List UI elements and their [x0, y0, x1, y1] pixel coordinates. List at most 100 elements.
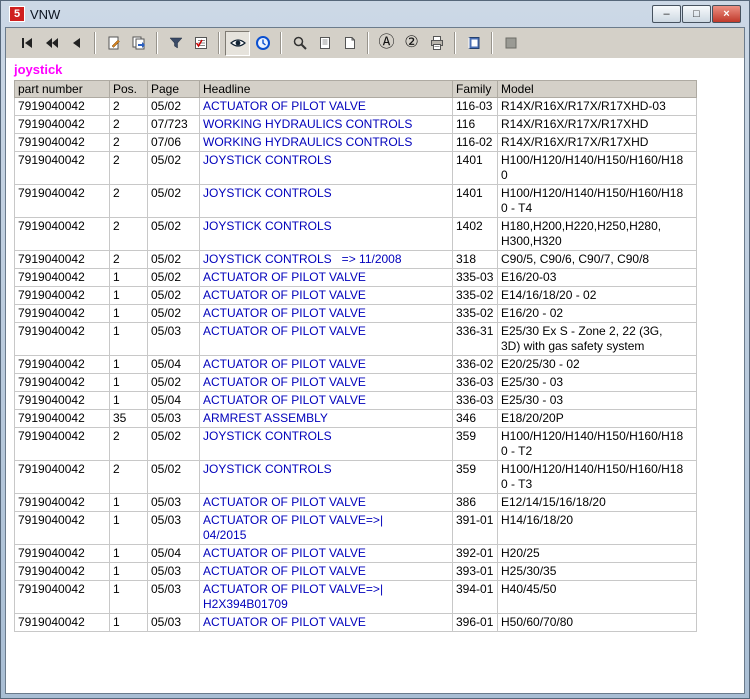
page-cell: 07/06	[147, 133, 200, 152]
checklist-icon	[194, 37, 207, 49]
print-button[interactable]	[424, 31, 449, 56]
edit-page-button[interactable]	[101, 31, 126, 56]
model-cell: H180,H200,H220,H250,H280, H300,H320	[497, 217, 697, 251]
headline-link[interactable]: ACTUATOR OF PILOT VALVE	[199, 304, 453, 323]
table-row[interactable]: 7919040042 1 05/03 ACTUATOR OF PILOT VALVE 3…	[14, 322, 697, 356]
family-cell: 391-01	[452, 511, 498, 545]
table-row[interactable]: 7919040042 2 05/02 JOYSTICK CONTROLS 1401 H10…	[14, 151, 697, 185]
table-row[interactable]: 7919040042 1 05/02 ACTUATOR OF PILOT VALVE 3…	[14, 373, 697, 392]
headline-link[interactable]: ACTUATOR OF PILOT VALVE	[199, 322, 453, 356]
table-row[interactable]: 7919040042 35 05/03 ARMREST ASSEMBLY 346 E18/…	[14, 409, 697, 428]
minimize-button[interactable]: –	[652, 5, 681, 23]
page-cell: 05/02	[147, 268, 200, 287]
headline-link[interactable]: ACTUATOR OF PILOT VALVE	[199, 355, 453, 374]
column-header-headline[interactable]: Headline	[199, 80, 453, 98]
headline-link[interactable]: ACTUATOR OF PILOT VALVE	[199, 493, 453, 512]
headline-link[interactable]: JOYSTICK CONTROLS	[199, 184, 453, 218]
window-body: Ⓐ ② joystick part number Pos. Page Headl…	[5, 27, 745, 694]
headline-link[interactable]: ACTUATOR OF PILOT VALVE=>| H2X394B01709	[199, 580, 453, 614]
show-parts-button[interactable]	[225, 30, 250, 56]
family-cell: 336-02	[452, 355, 498, 374]
part-number-cell: 7919040042	[14, 391, 110, 410]
stop-button[interactable]	[498, 31, 523, 56]
checklist-button[interactable]	[188, 31, 213, 56]
page-cell: 05/02	[147, 250, 200, 269]
headline-link[interactable]: ACTUATOR OF PILOT VALVE=>| 04/2015	[199, 511, 453, 545]
filter-button[interactable]	[163, 31, 188, 56]
table-row[interactable]: 7919040042 2 05/02 ACTUATOR OF PILOT VALVE 1…	[14, 97, 697, 116]
page-view-button[interactable]	[312, 31, 337, 56]
search-term-label: joystick	[14, 62, 63, 77]
table-row[interactable]: 7919040042 1 05/03 ACTUATOR OF PILOT VALVE 3…	[14, 493, 697, 512]
table-row[interactable]: 7919040042 2 05/02 JOYSTICK CONTROLS 359 H100…	[14, 460, 697, 494]
headline-link[interactable]: ARMREST ASSEMBLY	[199, 409, 453, 428]
table-row[interactable]: 7919040042 1 05/02 ACTUATOR OF PILOT VALVE 3…	[14, 268, 697, 287]
table-row[interactable]: 7919040042 1 05/04 ACTUATOR OF PILOT VALVE 3…	[14, 355, 697, 374]
part-number-cell: 7919040042	[14, 355, 110, 374]
second-language-button[interactable]: ②	[399, 31, 424, 56]
headline-link[interactable]: ACTUATOR OF PILOT VALVE	[199, 613, 453, 632]
headline-link[interactable]: JOYSTICK CONTROLS	[199, 460, 453, 494]
table-row[interactable]: 7919040042 1 05/03 ACTUATOR OF PILOT VALVE 3…	[14, 562, 697, 581]
fast-back-button[interactable]	[39, 31, 64, 56]
page-fit-icon	[344, 37, 355, 49]
headline-link[interactable]: ACTUATOR OF PILOT VALVE	[199, 391, 453, 410]
maximize-button[interactable]: □	[682, 5, 711, 23]
column-header-part-number[interactable]: part number	[14, 80, 110, 98]
column-header-model[interactable]: Model	[497, 80, 697, 98]
headline-link[interactable]: JOYSTICK CONTROLS	[199, 427, 453, 461]
headline-link[interactable]: JOYSTICK CONTROLS	[199, 151, 453, 185]
table-row[interactable]: 7919040042 1 05/04 ACTUATOR OF PILOT VALVE 3…	[14, 391, 697, 410]
headline-link[interactable]: ACTUATOR OF PILOT VALVE	[199, 373, 453, 392]
column-header-pos[interactable]: Pos.	[109, 80, 148, 98]
pages-goto-button[interactable]	[126, 31, 151, 56]
font-toggle-button[interactable]: Ⓐ	[374, 31, 399, 56]
first-record-button[interactable]	[14, 31, 39, 56]
model-cell: E12/14/15/16/18/20	[497, 493, 697, 512]
headline-link[interactable]: WORKING HYDRAULICS CONTROLS	[199, 133, 453, 152]
headline-link[interactable]: ACTUATOR OF PILOT VALVE	[199, 544, 453, 563]
column-header-page[interactable]: Page	[147, 80, 200, 98]
headline-link[interactable]: WORKING HYDRAULICS CONTROLS	[199, 115, 453, 134]
family-cell: 359	[452, 427, 498, 461]
edit-page-icon	[108, 36, 120, 50]
family-cell: 336-31	[452, 322, 498, 356]
table-row[interactable]: 7919040042 2 05/02 JOYSTICK CONTROLS 1402 H18…	[14, 217, 697, 251]
column-header-family[interactable]: Family	[452, 80, 498, 98]
headline-link[interactable]: ACTUATOR OF PILOT VALVE	[199, 268, 453, 287]
back-button[interactable]	[64, 31, 89, 56]
family-cell: 335-03	[452, 268, 498, 287]
table-row[interactable]: 7919040042 1 05/02 ACTUATOR OF PILOT VALVE 3…	[14, 304, 697, 323]
headline-link[interactable]: JOYSTICK CONTROLS => 11/2008	[199, 250, 453, 269]
part-number-cell: 7919040042	[14, 304, 110, 323]
part-number-cell: 7919040042	[14, 493, 110, 512]
titlebar[interactable]: 5 VNW – □ ×	[5, 1, 745, 27]
table-row[interactable]: 7919040042 2 07/723 WORKING HYDRAULICS CONT…	[14, 115, 697, 134]
table-row[interactable]: 7919040042 2 05/02 JOYSTICK CONTROLS 1401 H10…	[14, 184, 697, 218]
history-button[interactable]	[250, 31, 275, 56]
close-button[interactable]: ×	[712, 5, 741, 23]
pos-cell: 2	[109, 184, 148, 218]
table-row[interactable]: 7919040042 1 05/03 ACTUATOR OF PILOT VALVE=…	[14, 511, 697, 545]
pos-cell: 1	[109, 511, 148, 545]
table-row[interactable]: 7919040042 1 05/04 ACTUATOR OF PILOT VALVE 3…	[14, 544, 697, 563]
headline-link[interactable]: ACTUATOR OF PILOT VALVE	[199, 286, 453, 305]
part-number-cell: 7919040042	[14, 613, 110, 632]
table-row[interactable]: 7919040042 1 05/02 ACTUATOR OF PILOT VALVE 3…	[14, 286, 697, 305]
headline-link[interactable]: JOYSTICK CONTROLS	[199, 217, 453, 251]
table-row[interactable]: 7919040042 1 05/03 ACTUATOR OF PILOT VALVE 3…	[14, 613, 697, 632]
table-row[interactable]: 7919040042 1 05/03 ACTUATOR OF PILOT VALVE=…	[14, 580, 697, 614]
headline-link[interactable]: ACTUATOR OF PILOT VALVE	[199, 97, 453, 116]
model-cell: C90/5, C90/6, C90/7, C90/8	[497, 250, 697, 269]
page-fit-button[interactable]	[337, 31, 362, 56]
table-row[interactable]: 7919040042 2 05/02 JOYSTICK CONTROLS => 11/…	[14, 250, 697, 269]
page-cell: 05/02	[147, 460, 200, 494]
table-row[interactable]: 7919040042 2 07/06 WORKING HYDRAULICS CONTR…	[14, 133, 697, 152]
zoom-button[interactable]	[287, 31, 312, 56]
headline-link[interactable]: ACTUATOR OF PILOT VALVE	[199, 562, 453, 581]
table-row[interactable]: 7919040042 2 05/02 JOYSTICK CONTROLS 359 H100…	[14, 427, 697, 461]
toolbar-separator	[218, 32, 220, 54]
page-cell: 05/03	[147, 562, 200, 581]
catalog-button[interactable]	[461, 31, 486, 56]
part-number-cell: 7919040042	[14, 115, 110, 134]
